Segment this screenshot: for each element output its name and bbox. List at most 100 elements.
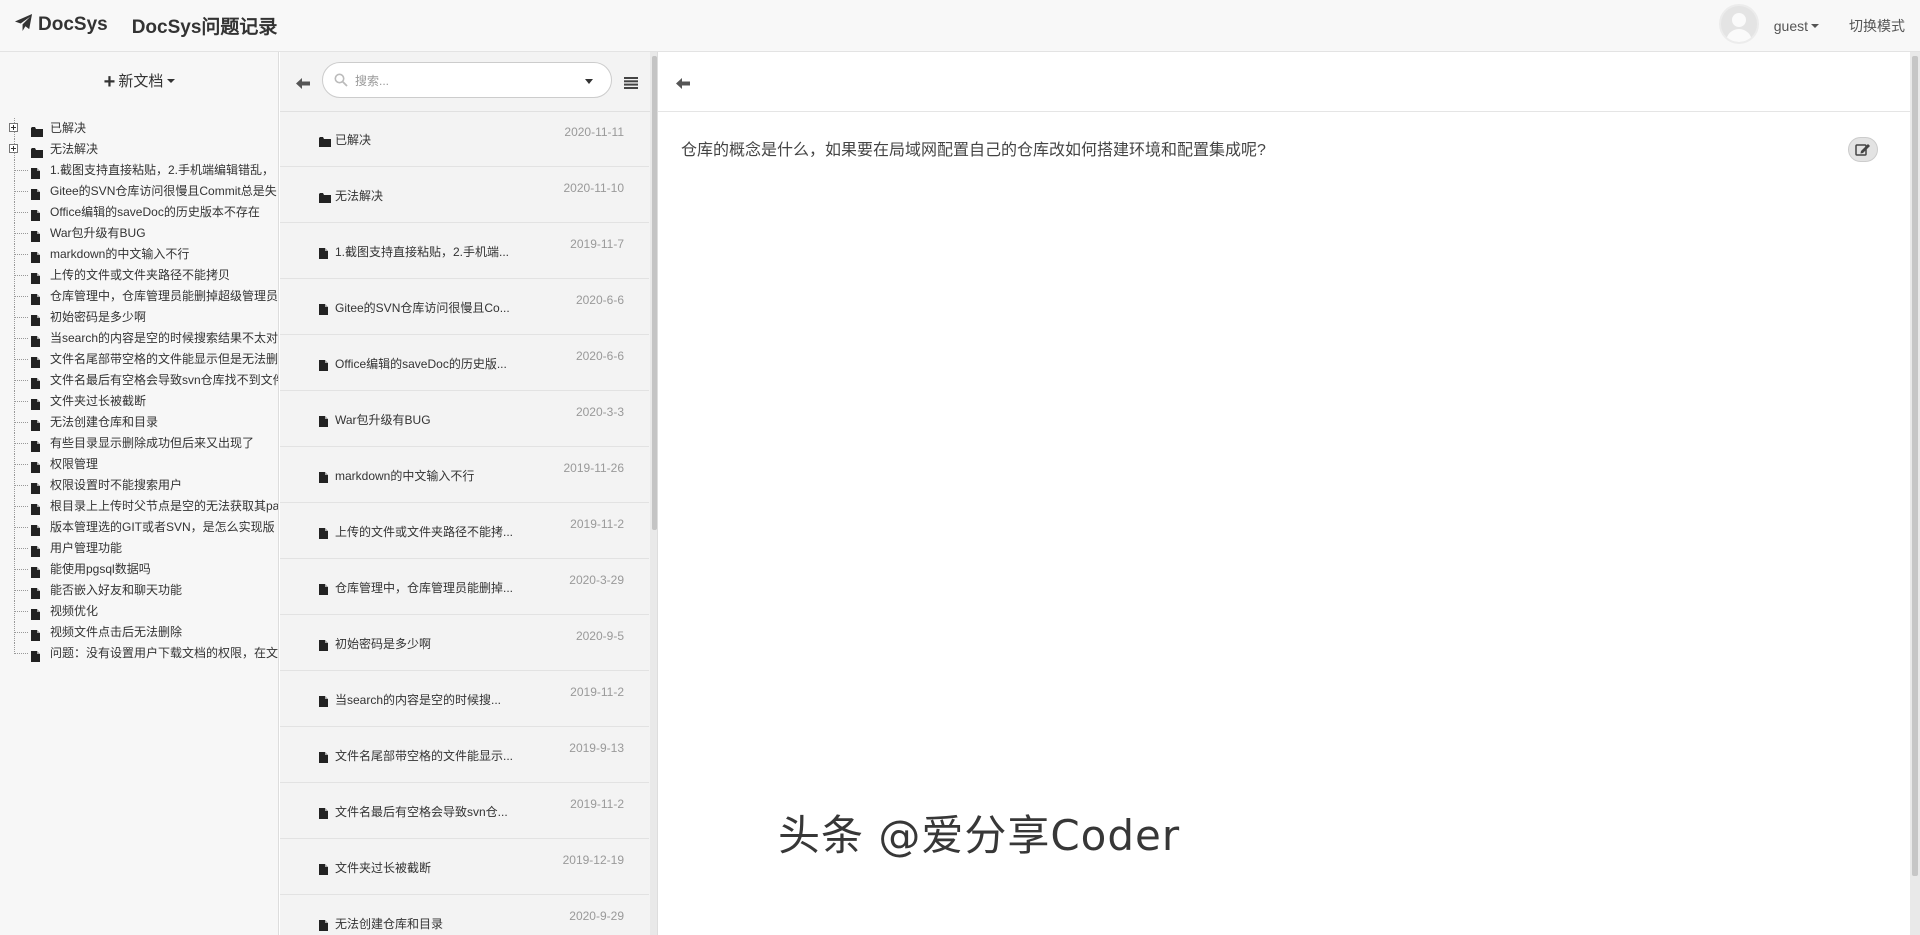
- expand-icon[interactable]: [9, 144, 18, 153]
- tree-connector: [14, 296, 28, 297]
- tree-file[interactable]: 根目录上上传时父节点是空的无法获取其pa: [0, 496, 278, 517]
- doc-list-item-date: 2019-11-2: [570, 685, 624, 699]
- tree-file[interactable]: 视频优化: [0, 601, 278, 622]
- doc-list-item[interactable]: 文件名尾部带空格的文件能显示... 2019-9-13: [280, 727, 649, 783]
- tree-file[interactable]: 权限管理: [0, 454, 278, 475]
- tree-node-label: 当search的内容是空的时候搜索结果不太对: [50, 331, 279, 345]
- file-icon: [319, 526, 328, 544]
- doc-list-item-date: 2020-6-6: [575, 349, 624, 363]
- tree-file[interactable]: 问题：没有设置用户下载文档的权限，在文: [0, 643, 278, 664]
- tree-file[interactable]: 初始密码是多少啊: [0, 307, 278, 328]
- doc-list-item-date: 2019-11-2: [570, 517, 624, 531]
- doc-list-item[interactable]: 1.截图支持直接粘贴，2.手机端... 2019-11-7: [280, 223, 649, 279]
- search-input[interactable]: [353, 71, 577, 91]
- tree-file[interactable]: 文件名最后有空格会导致svn仓库找不到文件: [0, 370, 278, 391]
- file-icon: [319, 806, 328, 824]
- avatar[interactable]: [1718, 4, 1759, 44]
- file-icon: [319, 694, 328, 712]
- tree-file[interactable]: 文件夹过长被截断: [0, 391, 278, 412]
- doc-list-item-date: 2020-6-6: [575, 293, 624, 307]
- doc-list-item[interactable]: 仓库管理中，仓库管理员能删掉... 2020-3-29: [280, 559, 649, 615]
- content-scrollbar-thumb[interactable]: [1912, 56, 1918, 876]
- tree-file[interactable]: markdown的中文输入不行: [0, 244, 278, 265]
- search-dropdown-caret-icon[interactable]: [585, 79, 593, 84]
- doc-tree: 已解决无法解决 1.截图支持直接粘贴，2.手机端编辑错乱， Gitee的SVN仓库访…: [0, 118, 279, 664]
- tree-node-label: 文件名尾部带空格的文件能显示但是无法删: [50, 352, 279, 366]
- doc-list-item-name: 已解决: [335, 133, 372, 147]
- doc-list-item[interactable]: 无法解决 2020-11-10: [280, 167, 649, 223]
- doc-list-item[interactable]: 上传的文件或文件夹路径不能拷... 2019-11-2: [280, 503, 649, 559]
- tree-node-label: 用户管理功能: [50, 541, 123, 555]
- doc-list-scrollbar-thumb[interactable]: [652, 56, 657, 530]
- doc-list-item[interactable]: 初始密码是多少啊 2020-9-5: [280, 615, 649, 671]
- brand[interactable]: DocSys DocSys问题记录: [14, 10, 277, 40]
- tree-connector: [14, 170, 28, 171]
- tree-folder[interactable]: 无法解决: [0, 139, 278, 160]
- tree-file[interactable]: 当search的内容是空的时候搜索结果不太对: [0, 328, 279, 349]
- tree-file[interactable]: 能使用pgsql数据吗: [0, 559, 278, 580]
- doc-list-item[interactable]: 文件名最后有空格会导致svn仓... 2019-11-2: [280, 783, 649, 839]
- doc-list-item[interactable]: 文件夹过长被截断 2019-12-19: [280, 839, 649, 895]
- tree-connector: [14, 422, 28, 423]
- doc-list-item[interactable]: 无法创建仓库和目录 2020-9-29: [280, 895, 649, 935]
- doc-list-item[interactable]: markdown的中文输入不行 2019-11-26: [280, 447, 649, 503]
- page-title: DocSys问题记录: [131, 16, 278, 38]
- tree-node-label: 权限管理: [50, 457, 99, 471]
- doc-list-item-date: 2020-9-5: [575, 629, 624, 643]
- tree-file[interactable]: 无法创建仓库和目录: [0, 412, 278, 433]
- doc-list-item[interactable]: 当search的内容是空的时候搜... 2019-11-2: [280, 671, 649, 727]
- doc-list-item-name: 文件夹过长被截断: [335, 861, 432, 875]
- collapse-middle-icon[interactable]: [676, 76, 690, 94]
- doc-list-item-name: markdown的中文输入不行: [335, 469, 475, 483]
- doc-question-text: 仓库的概念是什么，如果要在局域网配置自己的仓库改如何搭建环境和配置集成呢?: [681, 142, 1266, 159]
- caret-down-icon: [167, 79, 176, 83]
- new-doc-label: 新文档: [118, 73, 164, 90]
- tree-node-label: 无法解决: [50, 142, 99, 156]
- tree-file[interactable]: 能否嵌入好友和聊天功能: [0, 580, 278, 601]
- tree-connector: [14, 590, 28, 591]
- new-doc-button[interactable]: + 新文档: [0, 70, 278, 94]
- collapse-left-icon[interactable]: [296, 76, 310, 94]
- doc-list-item-name: 初始密码是多少啊: [335, 637, 432, 651]
- tree-connector: [14, 401, 28, 402]
- tree-node-label: 上传的文件或文件夹路径不能拷贝: [50, 268, 231, 282]
- doc-list-panel: 已解决 2020-11-11 无法解决 2020-11-10 1.截图支持直接粘贴，2.…: [280, 52, 658, 935]
- tree-file[interactable]: War包升级有BUG: [0, 223, 278, 244]
- tree-file[interactable]: 有些目录显示删除成功但后来又出现了: [0, 433, 278, 454]
- switch-mode-link[interactable]: 切换模式: [1849, 16, 1905, 36]
- tree-file[interactable]: 文件名尾部带空格的文件能显示但是无法删: [0, 349, 279, 370]
- doc-list-item[interactable]: Gitee的SVN仓库访问很慢且Co... 2020-6-6: [280, 279, 649, 335]
- folder-icon: [319, 190, 331, 208]
- tree-folder[interactable]: 已解决: [0, 118, 278, 139]
- doc-list-item[interactable]: Office编辑的saveDoc的历史版... 2020-6-6: [280, 335, 649, 391]
- doc-list-item[interactable]: 已解决 2020-11-11: [280, 111, 649, 167]
- tree-file[interactable]: Gitee的SVN仓库访问很慢且Commit总是失: [0, 181, 278, 202]
- tree-node-label: 视频优化: [50, 604, 99, 618]
- tree-file[interactable]: 权限设置时不能搜索用户: [0, 475, 278, 496]
- tree-file[interactable]: 用户管理功能: [0, 538, 278, 559]
- tree-connector: [14, 632, 28, 633]
- list-view-icon[interactable]: [624, 76, 638, 94]
- doc-list-item-date: 2020-11-10: [563, 181, 625, 195]
- doc-list-item[interactable]: War包升级有BUG 2020-3-3: [280, 391, 649, 447]
- tree-node-label: 版本管理选的GIT或者SVN，是怎么实现版: [50, 520, 275, 534]
- tree-connector: [14, 191, 28, 192]
- tree-file[interactable]: 上传的文件或文件夹路径不能拷贝: [0, 265, 278, 286]
- tree-file[interactable]: 视频文件点击后无法删除: [0, 622, 278, 643]
- expand-icon[interactable]: [9, 123, 18, 132]
- tree-file[interactable]: 仓库管理中，仓库管理员能删掉超级管理员: [0, 286, 278, 307]
- tree-connector: [14, 212, 28, 213]
- doc-list-item-name: 仓库管理中，仓库管理员能删掉...: [335, 581, 514, 595]
- tree-file[interactable]: 1.截图支持直接粘贴，2.手机端编辑错乱，: [0, 160, 278, 181]
- tree-connector: [14, 233, 28, 234]
- edit-button[interactable]: [1848, 137, 1878, 162]
- search-box[interactable]: [322, 62, 612, 98]
- tree-file[interactable]: 版本管理选的GIT或者SVN，是怎么实现版: [0, 517, 278, 538]
- tree-file[interactable]: Office编辑的saveDoc的历史版本不存在: [0, 202, 278, 223]
- tree-connector: [14, 359, 28, 360]
- user-menu[interactable]: guest: [1774, 18, 1819, 34]
- brand-name[interactable]: DocSys: [38, 14, 108, 36]
- watermark: 头条 @爱分享Coder: [778, 811, 1181, 860]
- tree-connector: [14, 317, 28, 318]
- tree-connector: [14, 527, 28, 528]
